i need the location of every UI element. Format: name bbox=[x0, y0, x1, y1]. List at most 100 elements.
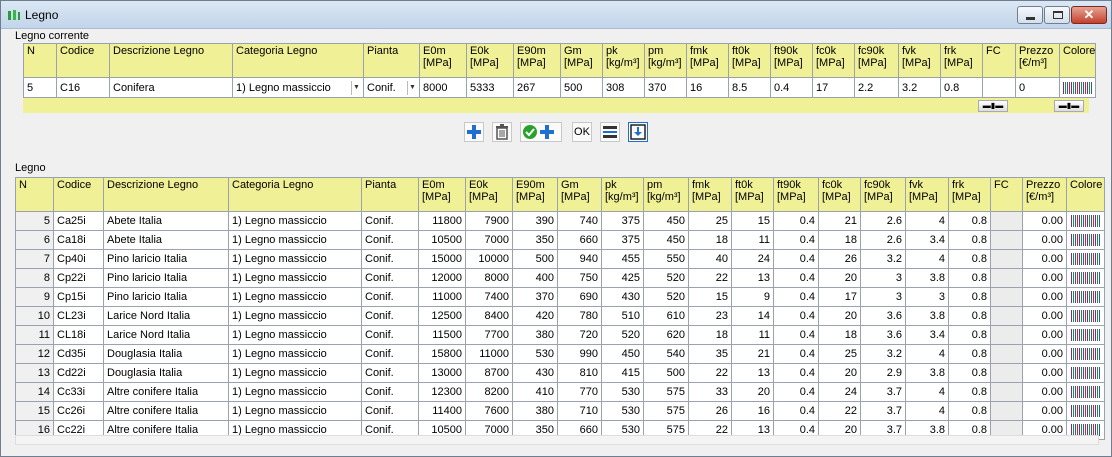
cell-fvk[interactable]: 3.4 bbox=[905, 325, 949, 345]
current-field-fc90k[interactable]: 2.2 bbox=[854, 77, 899, 98]
cell-frk[interactable]: 0.8 bbox=[948, 344, 991, 364]
cell-e0m[interactable]: 13000 bbox=[418, 363, 466, 383]
cell-fc0k[interactable]: 20 bbox=[818, 268, 861, 288]
ok-button[interactable]: OK bbox=[572, 122, 592, 142]
cell-colore[interactable] bbox=[1066, 230, 1105, 250]
maximize-button[interactable] bbox=[1044, 6, 1070, 24]
cell-fmk[interactable]: 18 bbox=[688, 325, 732, 345]
cell-e90m[interactable]: 350 bbox=[512, 230, 558, 250]
cell-pk[interactable]: 415 bbox=[601, 363, 644, 383]
table-row[interactable]: 6 Ca18i Abete Italia 1) Legno massiccio Coni… bbox=[15, 230, 1105, 250]
cell-prezzo[interactable]: 0.00 bbox=[1022, 344, 1067, 364]
table-row[interactable]: 11 CL18i Larice Nord Italia 1) Legno massic… bbox=[15, 325, 1105, 345]
cell-frk[interactable]: 0.8 bbox=[948, 249, 991, 269]
cell-categoria[interactable]: 1) Legno massiccio bbox=[228, 382, 362, 402]
cell-categoria[interactable]: 1) Legno massiccio bbox=[228, 230, 362, 250]
list-header-fmk[interactable]: fmk [MPa] bbox=[688, 177, 732, 212]
current-header-fc90k[interactable]: fc90k [MPa] bbox=[854, 43, 899, 78]
cell-codice[interactable]: Cd35i bbox=[53, 344, 104, 364]
cell-gm[interactable]: 660 bbox=[557, 230, 602, 250]
cell-codice[interactable]: Cd22i bbox=[53, 363, 104, 383]
cell-colore[interactable] bbox=[1066, 344, 1105, 364]
cell-prezzo[interactable]: 0.00 bbox=[1022, 249, 1067, 269]
cell-pk[interactable]: 530 bbox=[601, 401, 644, 421]
cell-gm[interactable]: 770 bbox=[557, 382, 602, 402]
cell-n[interactable]: 10 bbox=[15, 306, 54, 326]
current-field-e90m[interactable]: 267 bbox=[513, 77, 561, 98]
cell-fmk[interactable]: 22 bbox=[688, 268, 732, 288]
cell-e0m[interactable]: 10500 bbox=[418, 230, 466, 250]
list-header-pk[interactable]: pk [kg/m³] bbox=[601, 177, 644, 212]
cell-pk[interactable]: 425 bbox=[601, 268, 644, 288]
cell-frk[interactable]: 0.8 bbox=[948, 230, 991, 250]
current-header-codice[interactable]: Codice bbox=[56, 43, 110, 78]
current-header-ft0k[interactable]: ft0k [MPa] bbox=[728, 43, 771, 78]
current-header-pk[interactable]: pk [kg/m³] bbox=[602, 43, 645, 78]
cell-e0k[interactable]: 7400 bbox=[465, 287, 513, 307]
cell-descrizione[interactable]: Larice Nord Italia bbox=[103, 325, 229, 345]
cell-n[interactable]: 12 bbox=[15, 344, 54, 364]
cell-pm[interactable]: 550 bbox=[643, 249, 689, 269]
cell-e90m[interactable]: 380 bbox=[512, 401, 558, 421]
confirm-add-button[interactable] bbox=[520, 122, 562, 142]
current-field-frk[interactable]: 0.8 bbox=[940, 77, 983, 98]
cell-descrizione[interactable]: Abete Italia bbox=[103, 230, 229, 250]
current-header-categoria[interactable]: Categoria Legno bbox=[232, 43, 364, 78]
list-header-e90m[interactable]: E90m [MPa] bbox=[512, 177, 558, 212]
current-field-ft90k[interactable]: 0.4 bbox=[770, 77, 813, 98]
cell-e90m[interactable]: 420 bbox=[512, 306, 558, 326]
cell-fc0k[interactable]: 18 bbox=[818, 325, 861, 345]
table-row[interactable]: 13 Cd22i Douglasia Italia 1) Legno massicci… bbox=[15, 363, 1105, 383]
cell-e0k[interactable]: 8200 bbox=[465, 382, 513, 402]
cell-fc90k[interactable]: 2.6 bbox=[860, 230, 906, 250]
cell-pm[interactable]: 520 bbox=[643, 268, 689, 288]
cell-fc[interactable] bbox=[990, 211, 1023, 231]
cell-colore[interactable] bbox=[1066, 382, 1105, 402]
current-field-pm[interactable]: 370 bbox=[644, 77, 687, 98]
cell-gm[interactable]: 750 bbox=[557, 268, 602, 288]
list-header-gm[interactable]: Gm [MPa] bbox=[557, 177, 602, 212]
cell-codice[interactable]: Ca25i bbox=[53, 211, 104, 231]
cell-gm[interactable]: 940 bbox=[557, 249, 602, 269]
cell-e0k[interactable]: 11000 bbox=[465, 344, 513, 364]
cell-fc0k[interactable]: 20 bbox=[818, 306, 861, 326]
cell-e90m[interactable]: 370 bbox=[512, 287, 558, 307]
cell-prezzo[interactable]: 0.00 bbox=[1022, 211, 1067, 231]
cell-ft90k[interactable]: 0.4 bbox=[773, 211, 819, 231]
cell-pk[interactable]: 375 bbox=[601, 211, 644, 231]
cell-prezzo[interactable]: 0.00 bbox=[1022, 363, 1067, 383]
cell-pianta[interactable]: Conif. bbox=[361, 306, 419, 326]
cell-fc90k[interactable]: 2.6 bbox=[860, 211, 906, 231]
current-header-e0k[interactable]: E0k [MPa] bbox=[466, 43, 514, 78]
cell-categoria[interactable]: 1) Legno massiccio bbox=[228, 287, 362, 307]
cell-e0k[interactable]: 7600 bbox=[465, 401, 513, 421]
list-header-frk[interactable]: frk [MPa] bbox=[948, 177, 991, 212]
table-row[interactable]: 9 Cp15i Pino laricio Italia 1) Legno massic… bbox=[15, 287, 1105, 307]
cell-ft0k[interactable]: 11 bbox=[731, 230, 774, 250]
current-field-n[interactable]: 5 bbox=[23, 77, 57, 98]
list-header-fc0k[interactable]: fc0k [MPa] bbox=[818, 177, 861, 212]
cell-fc[interactable] bbox=[990, 268, 1023, 288]
cell-e90m[interactable]: 430 bbox=[512, 363, 558, 383]
cell-prezzo[interactable]: 0.00 bbox=[1022, 382, 1067, 402]
cell-gm[interactable]: 740 bbox=[557, 211, 602, 231]
cell-prezzo[interactable]: 0.00 bbox=[1022, 325, 1067, 345]
cell-e0k[interactable]: 7000 bbox=[465, 230, 513, 250]
list-header-categoria[interactable]: Categoria Legno bbox=[228, 177, 362, 212]
cell-prezzo[interactable]: 0.00 bbox=[1022, 401, 1067, 421]
cell-pm[interactable]: 520 bbox=[643, 287, 689, 307]
cell-fc[interactable] bbox=[990, 325, 1023, 345]
cell-pianta[interactable]: Conif. bbox=[361, 382, 419, 402]
current-header-pianta[interactable]: Pianta bbox=[363, 43, 420, 78]
cell-ft90k[interactable]: 0.4 bbox=[773, 401, 819, 421]
list-header-pm[interactable]: pm [kg/m³] bbox=[643, 177, 689, 212]
cell-codice[interactable]: Cc33i bbox=[53, 382, 104, 402]
cell-pm[interactable]: 540 bbox=[643, 344, 689, 364]
current-field-gm[interactable]: 500 bbox=[560, 77, 603, 98]
import-button[interactable] bbox=[628, 122, 648, 142]
cell-fmk[interactable]: 35 bbox=[688, 344, 732, 364]
table-row[interactable]: 10 CL23i Larice Nord Italia 1) Legno massic… bbox=[15, 306, 1105, 326]
delete-button[interactable] bbox=[492, 122, 512, 142]
cell-n[interactable]: 8 bbox=[15, 268, 54, 288]
cell-fmk[interactable]: 26 bbox=[688, 401, 732, 421]
